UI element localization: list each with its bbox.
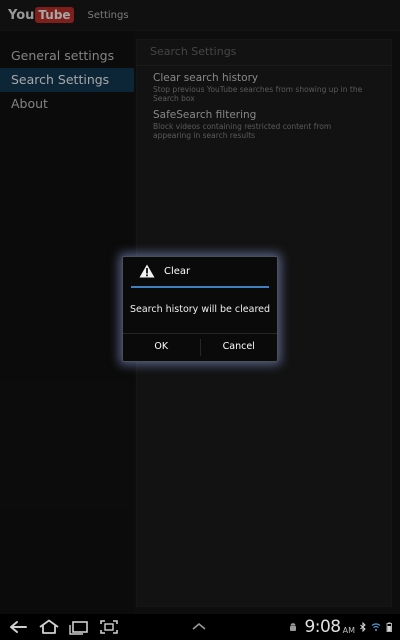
dialog-title: Clear: [164, 265, 191, 277]
screen: You Tube Settings General settings Searc…: [0, 0, 400, 640]
cancel-button[interactable]: Cancel: [201, 334, 278, 361]
clock: 9:08: [304, 617, 341, 637]
dialog-title-divider: [131, 286, 269, 288]
recent-apps-icon[interactable]: [68, 619, 90, 635]
warning-icon: [139, 264, 155, 278]
clear-dialog: Clear Search history will be cleared OK …: [122, 256, 278, 362]
status-area[interactable]: 9:08 AM: [285, 617, 394, 637]
back-icon[interactable]: [8, 619, 30, 635]
ok-button[interactable]: OK: [123, 334, 200, 361]
android-debug-icon: [290, 623, 297, 631]
home-icon[interactable]: [38, 619, 60, 635]
battery-icon: [386, 622, 392, 632]
screenshot-icon[interactable]: [98, 619, 120, 635]
dialog-message: Search history will be cleared: [129, 304, 271, 315]
bluetooth-icon: [360, 622, 366, 632]
dialog-button-bar: OK Cancel: [123, 333, 277, 361]
wifi-icon: [371, 623, 381, 631]
chevron-up-icon[interactable]: [191, 621, 207, 631]
clock-ampm: AM: [342, 625, 355, 635]
system-bar: 9:08 AM: [0, 614, 400, 640]
dialog-header: Clear: [123, 257, 277, 285]
